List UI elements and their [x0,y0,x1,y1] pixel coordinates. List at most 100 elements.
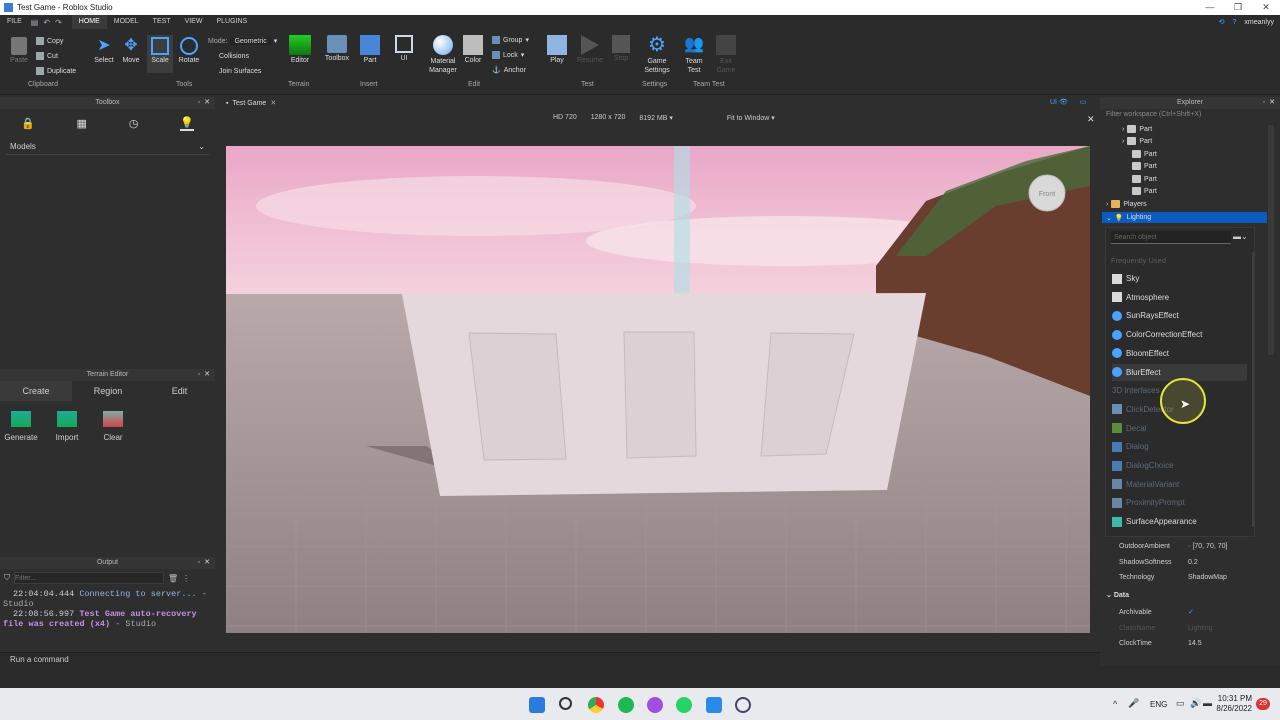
generate-button[interactable]: Generate [2,411,40,442]
tab-edit[interactable]: Edit [144,386,215,396]
creations-tab-icon[interactable]: 💡 [180,116,195,131]
tree-item-part[interactable]: › Part [1122,125,1152,133]
marketplace-tab-icon[interactable]: ▦ [77,117,87,130]
tab-region[interactable]: Region [72,386,144,396]
insert-item[interactable]: SunRaysEffect [1112,307,1247,324]
play-button[interactable]: Play [545,35,569,64]
device-emulator-icon[interactable]: ▭ [1080,98,1087,106]
insert-item[interactable]: ColorCorrectionEffect [1112,326,1247,343]
menu-view[interactable]: VIEW [178,15,210,29]
network-icon[interactable]: ▭ [1176,698,1185,709]
join-surfaces-toggle[interactable]: Join Surfaces [219,68,261,75]
insert-item[interactable]: BloomEffect [1112,345,1247,362]
insert-item[interactable]: Dialog [1112,438,1247,455]
open-icon[interactable]: ▤ [31,18,39,27]
help-icon[interactable]: ? [1233,19,1237,26]
material-manager-button[interactable]: Material Manager [426,35,460,75]
close-button[interactable]: ✕ [1252,0,1280,15]
output-filter-input[interactable] [14,572,164,584]
start-icon[interactable] [529,697,545,713]
explorer-filter-input[interactable]: Filter workspace (Ctrl+Shift+X) [1100,109,1280,121]
tree-item-lighting[interactable]: ⌄ 💡 Lighting [1102,212,1267,223]
insert-item[interactable]: Sky [1112,270,1247,287]
prop-value[interactable]: 0.2 [1188,559,1198,566]
insert-item[interactable]: Atmosphere [1112,289,1247,306]
color-button[interactable]: Color [462,35,484,64]
select-tool[interactable]: ➤ Select [92,37,116,64]
part-button[interactable]: Part [358,35,382,64]
anchor-button[interactable]: ⚓ Anchor [492,66,526,75]
resume-button[interactable]: Resume [576,35,604,64]
tray-chevron-icon[interactable]: ^ [1113,699,1117,709]
lock-button[interactable]: Lock ▾ [492,51,524,59]
stop-button[interactable]: Stop [610,35,632,62]
collisions-toggle[interactable]: Collisions [219,53,249,60]
toolbox-button[interactable]: Toolbox [322,35,352,62]
more-icon[interactable]: ⋮ [182,574,190,583]
scale-tool[interactable]: Scale [147,35,173,73]
notification-badge[interactable]: 29 [1256,698,1270,710]
user-name[interactable]: xmeanlyy [1244,19,1274,26]
explorer-scrollbar[interactable] [1268,125,1274,355]
tree-item-part[interactable]: Part [1132,150,1157,158]
tree-item-part[interactable]: › Part [1122,137,1152,145]
close-icon[interactable]: ✕ [204,97,210,109]
copy-button[interactable]: Copy [36,37,63,45]
undo-icon[interactable]: ↶ [43,18,50,27]
game-settings-button[interactable]: ⚙ Game Settings [640,35,674,75]
insert-search-input[interactable]: Search object [1111,231,1231,244]
insert-item[interactable]: DialogChoice [1112,457,1247,474]
tree-item-part[interactable]: Part [1132,162,1157,170]
clear-button[interactable]: Clear [94,411,132,442]
redo-icon[interactable]: ↷ [55,18,62,27]
minimize-button[interactable]: — [1196,0,1224,15]
dock-icon[interactable]: ▫ [198,97,200,109]
prop-value[interactable]: ShadowMap [1188,574,1227,581]
memory[interactable]: 8192 MB ▾ [639,114,673,122]
ui-visibility-toggle[interactable]: UI 👁 [1050,98,1068,106]
tab-create[interactable]: Create [0,381,72,401]
recent-tab-icon[interactable]: ◷ [129,117,139,130]
insert-item[interactable]: SurfaceAppearance [1112,513,1247,530]
category-dropdown[interactable]: Models ⌄ [6,139,209,155]
3d-viewport[interactable]: Front [226,146,1090,633]
group-button[interactable]: Group ▾ [492,36,529,44]
search-icon[interactable] [559,697,572,710]
cut-button[interactable]: Cut [36,52,58,60]
menu-test[interactable]: TEST [146,15,178,29]
close-icon[interactable]: ✕ [1269,97,1275,109]
trash-icon[interactable]: 🗑 [168,574,178,583]
tree-item-part[interactable]: Part [1132,175,1157,183]
close-viewport-icon[interactable]: ✕ [1087,114,1095,125]
ui-button[interactable]: UI [393,35,415,62]
inventory-tab-icon[interactable]: 🔒 [21,117,35,130]
menu-file[interactable]: FILE [0,15,29,29]
terrain-editor-button[interactable]: Editor [286,35,314,64]
dock-icon[interactable]: ▫ [198,557,200,569]
dock-icon[interactable]: ▫ [198,369,200,381]
prop-value[interactable]: 14.5 [1188,640,1202,647]
share-icon[interactable]: ⟲ [1219,18,1225,26]
close-icon[interactable]: ✕ [204,557,210,569]
dock-icon[interactable]: ▫ [1263,97,1265,109]
spotify-icon[interactable] [618,697,634,713]
tab-test-game[interactable]: ▪ Test Game ✕ [222,98,292,110]
language-indicator[interactable]: ENG [1150,700,1167,709]
close-icon[interactable]: ✕ [270,98,276,110]
settings-chevron-icon[interactable]: ▬⌄ [1233,232,1248,241]
messenger-icon[interactable] [647,697,663,713]
obs-icon[interactable] [735,697,751,713]
battery-icon[interactable]: ▬ [1203,698,1212,708]
duplicate-button[interactable]: Duplicate [36,67,76,75]
roblox-studio-taskbar-icon[interactable] [706,697,722,713]
command-bar[interactable]: Run a command [0,652,1100,666]
team-test-button[interactable]: 👥 Team Test [682,35,706,75]
menu-home[interactable]: HOME [71,15,107,29]
menu-plugins[interactable]: PLUGINS [209,15,254,29]
paste-button[interactable]: Paste [8,37,30,64]
rotate-tool[interactable]: Rotate [176,37,202,64]
section-data[interactable]: ⌄ Data [1106,591,1129,599]
clock[interactable]: 10:31 PM 8/26/2022 [1212,694,1252,714]
insert-item[interactable]: MaterialVariant [1112,476,1247,493]
insert-scrollbar[interactable] [1252,252,1254,527]
